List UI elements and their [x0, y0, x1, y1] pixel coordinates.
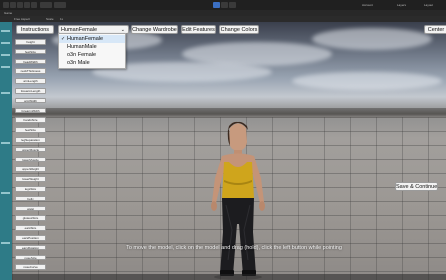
slider-label[interactable]: legsSize: [15, 186, 46, 192]
instruction-text: To move the model, click on the model an…: [126, 245, 342, 251]
global-toggle[interactable]: [54, 2, 66, 8]
slider-label[interactable]: height: [15, 39, 46, 45]
game-view[interactable]: Instructions HumanFemale ⌄ Change Wardro…: [12, 22, 446, 280]
checkmark-icon: ✓: [61, 36, 66, 42]
slider-label[interactable]: upperMuscle: [15, 146, 46, 153]
change-wardrobe-button[interactable]: Change Wardrobe: [131, 25, 178, 34]
character-model[interactable]: [202, 120, 274, 280]
slider-label[interactable]: waist: [15, 205, 46, 212]
slider-label[interactable]: armWidth: [15, 97, 46, 104]
step-icon[interactable]: [229, 2, 236, 8]
dropdown-option-label: HumanFemale: [67, 36, 104, 42]
instructions-button[interactable]: Instructions: [16, 25, 54, 34]
dropdown-option[interactable]: o3n Female: [59, 51, 125, 59]
slider-label[interactable]: earsPosition: [15, 235, 46, 241]
sky-cloud: [312, 28, 432, 50]
slider-label[interactable]: headWidth: [15, 58, 46, 65]
slider-label[interactable]: noseSize: [15, 254, 46, 261]
tab-game[interactable]: Game: [4, 11, 12, 15]
slider-label[interactable]: forearmWidth: [15, 107, 46, 114]
slider-label[interactable]: earsRotation: [15, 244, 46, 251]
panel-row: [1, 42, 10, 44]
bottom-status-bar: [12, 274, 446, 280]
panel-row: [1, 92, 10, 94]
change-colors-button[interactable]: Change Colors: [219, 25, 259, 34]
slider-label[interactable]: lowerWeight: [15, 176, 46, 182]
panel-row: [1, 242, 10, 244]
dropdown-option-label: o3n Female: [67, 52, 97, 58]
slider-label[interactable]: legSeparation: [15, 137, 46, 143]
panel-row: [1, 54, 10, 56]
slider-label[interactable]: armLength: [15, 78, 46, 84]
slider-label[interactable]: upperWeight: [15, 166, 46, 172]
race-dropdown-list: ✓ HumanFemale HumanMale o3n Female o3n M…: [58, 33, 126, 69]
account-menu[interactable]: Account: [362, 3, 373, 7]
dropdown-option[interactable]: HumanMale: [59, 43, 125, 51]
hierarchy-panel-strip: [0, 22, 12, 280]
slider-label[interactable]: lowerMuscle: [15, 156, 46, 163]
dropdown-option[interactable]: ✓ HumanFemale: [59, 35, 125, 43]
layers-menu[interactable]: Layers: [397, 3, 406, 7]
layout-menu[interactable]: Layout: [424, 3, 433, 7]
slider-label[interactable]: feetSize: [15, 48, 46, 55]
slider-label[interactable]: feetSize: [15, 127, 46, 133]
pause-icon[interactable]: [221, 2, 228, 8]
scale-tool-icon[interactable]: [24, 2, 30, 8]
slider-label[interactable]: handsSize: [15, 117, 46, 123]
panel-row: [1, 142, 10, 144]
move-tool-icon[interactable]: [10, 2, 16, 8]
rotate-tool-icon[interactable]: [17, 2, 23, 8]
save-continue-button[interactable]: Save & Continue: [395, 182, 438, 191]
sky-cloud: [292, 72, 442, 90]
scale-value[interactable]: 1x: [60, 17, 63, 21]
dropdown-option-label: HumanMale: [67, 44, 97, 50]
panel-row: [1, 30, 10, 32]
slider-label[interactable]: belly: [15, 195, 46, 202]
rect-tool-icon[interactable]: [31, 2, 37, 8]
slider-label[interactable]: noseCurve: [15, 264, 46, 270]
slider-label[interactable]: gluteusSize: [15, 215, 46, 221]
panel-row: [1, 192, 10, 194]
center-button[interactable]: Center: [424, 25, 446, 34]
scale-label: Scale: [46, 17, 54, 21]
pivot-toggle[interactable]: [40, 2, 52, 8]
slider-label[interactable]: forearmLength: [15, 88, 46, 94]
aspect-dropdown[interactable]: Free Aspect: [14, 17, 30, 21]
dropdown-option[interactable]: o3n Male: [59, 59, 125, 67]
hand-tool-icon[interactable]: [3, 2, 9, 8]
play-icon[interactable]: [213, 2, 220, 8]
edit-features-button[interactable]: Edit Features: [181, 25, 216, 34]
panel-row: [1, 66, 10, 68]
slider-label[interactable]: neckThickness: [15, 68, 46, 74]
dropdown-option-label: o3n Male: [67, 60, 90, 66]
slider-label[interactable]: earsSize: [15, 225, 46, 231]
